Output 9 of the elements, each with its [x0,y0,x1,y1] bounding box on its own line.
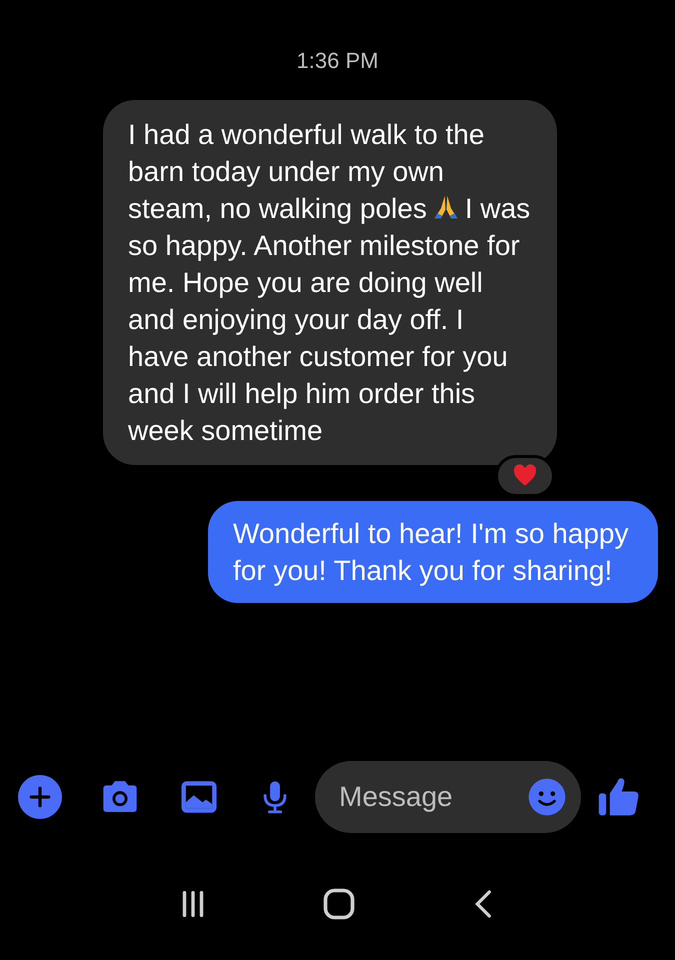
message-input[interactable]: Message [339,776,527,818]
message-bubble: I had a wonderful walk to the barn today under my own steam, no walking poles I was so happy. Another milestone for me. Hope you are doing well and enjoying your day off. I have another customer for you and I will help him order this week sometime [103,100,557,465]
message-field[interactable]: Message [315,761,581,833]
emoji-icon[interactable] [527,777,567,817]
add-button[interactable] [18,775,62,819]
plus-icon [27,784,53,810]
timestamp: 1:36 PM [296,47,378,75]
message-bubble: Wonderful to hear! I'm so happy for you! Thank you for sharing! [208,501,658,603]
home-icon[interactable] [320,886,356,922]
